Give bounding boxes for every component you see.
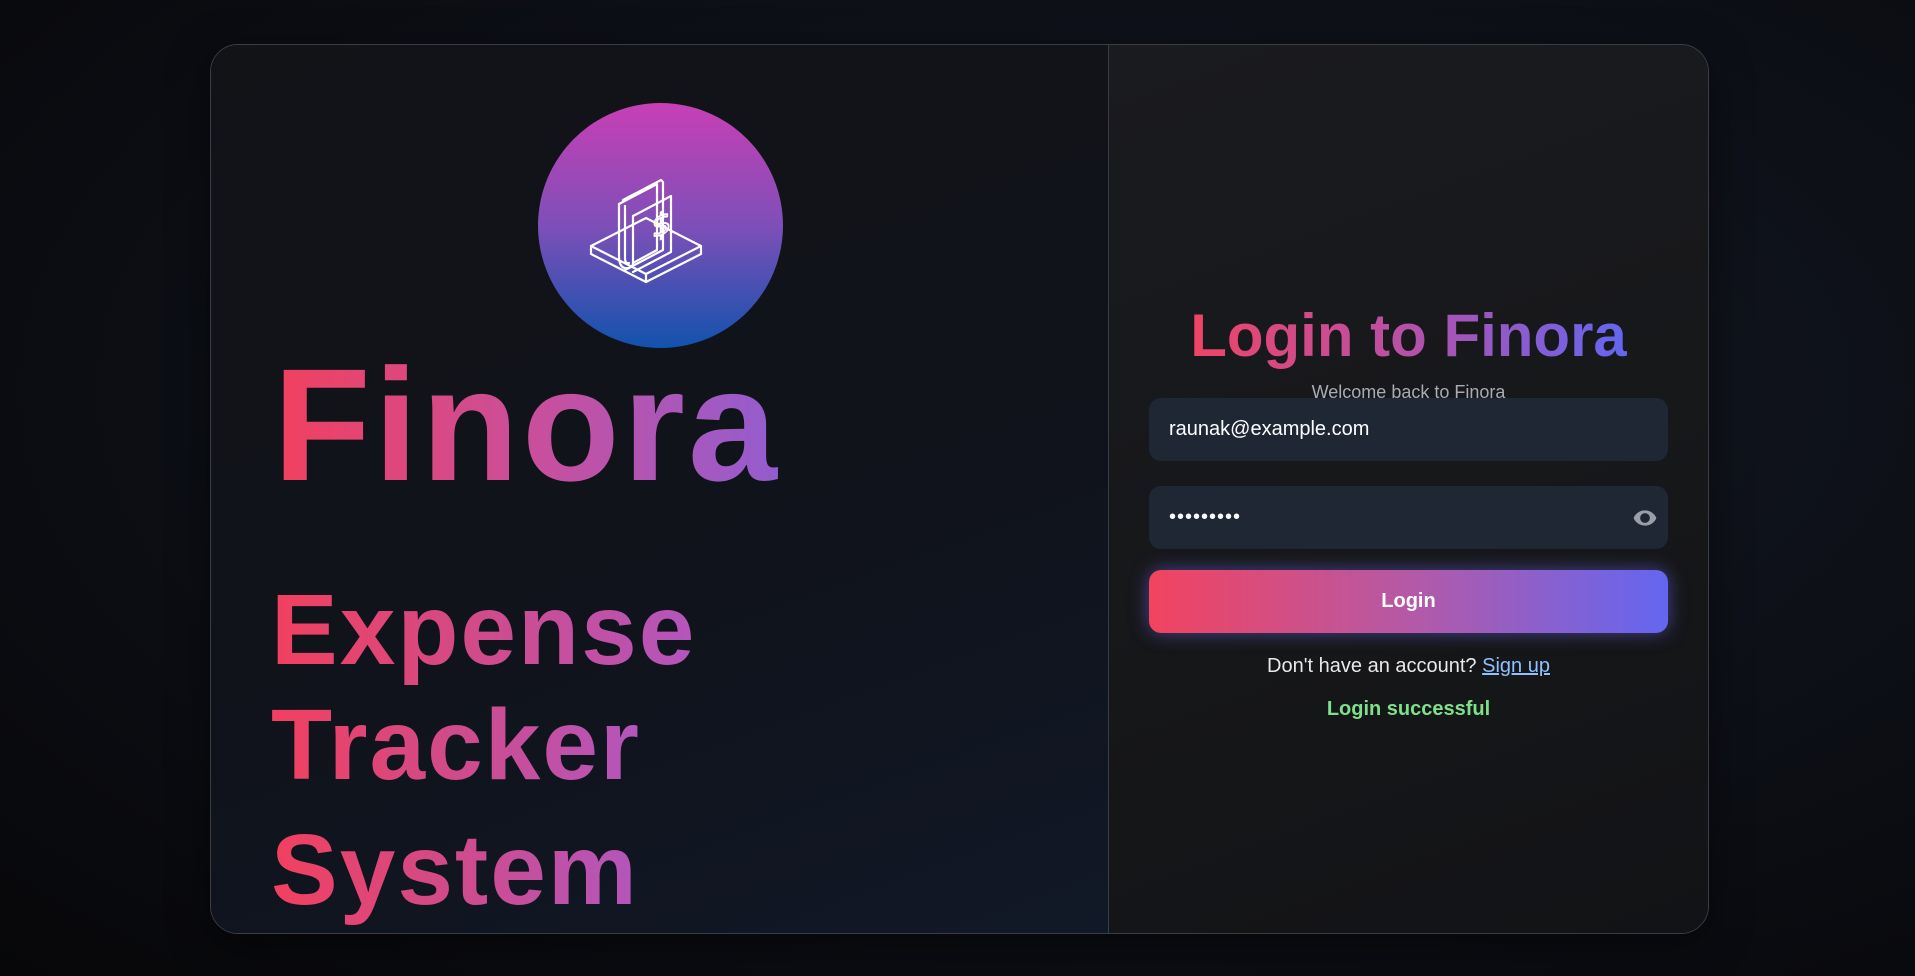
email-value: raunak@example.com <box>1169 418 1370 440</box>
logo: $ <box>538 103 783 348</box>
signup-prompt: Don't have an account? <box>1267 655 1477 677</box>
main-card: $ Finora Expense Tracker System Login to… <box>210 44 1709 934</box>
brand-panel: $ Finora Expense Tracker System <box>211 45 1109 933</box>
tagline-line-2: Tracker <box>271 689 641 801</box>
brand-title: Finora <box>273 335 780 514</box>
tagline-line-1: Expense <box>271 574 697 686</box>
login-title: Login to Finora <box>1109 301 1708 371</box>
signup-link[interactable]: Sign up <box>1482 655 1550 677</box>
email-field[interactable]: raunak@example.com <box>1149 398 1668 461</box>
svg-text:$: $ <box>652 204 671 246</box>
status-message: Login successful <box>1326 698 1491 720</box>
tagline-line-3: System <box>271 814 639 926</box>
signup-row: Don't have an account? Sign up <box>1109 655 1708 678</box>
wallet-dollar-icon: $ <box>589 178 702 283</box>
login-panel: Login to Finora Welcome back to Finora r… <box>1109 45 1708 933</box>
password-value: ••••••••• <box>1169 506 1242 528</box>
login-button[interactable]: Login <box>1149 570 1668 633</box>
login-title-text: Login to Finora <box>1190 302 1627 369</box>
eye-icon[interactable] <box>1632 505 1658 531</box>
password-field[interactable]: ••••••••• <box>1149 486 1668 549</box>
